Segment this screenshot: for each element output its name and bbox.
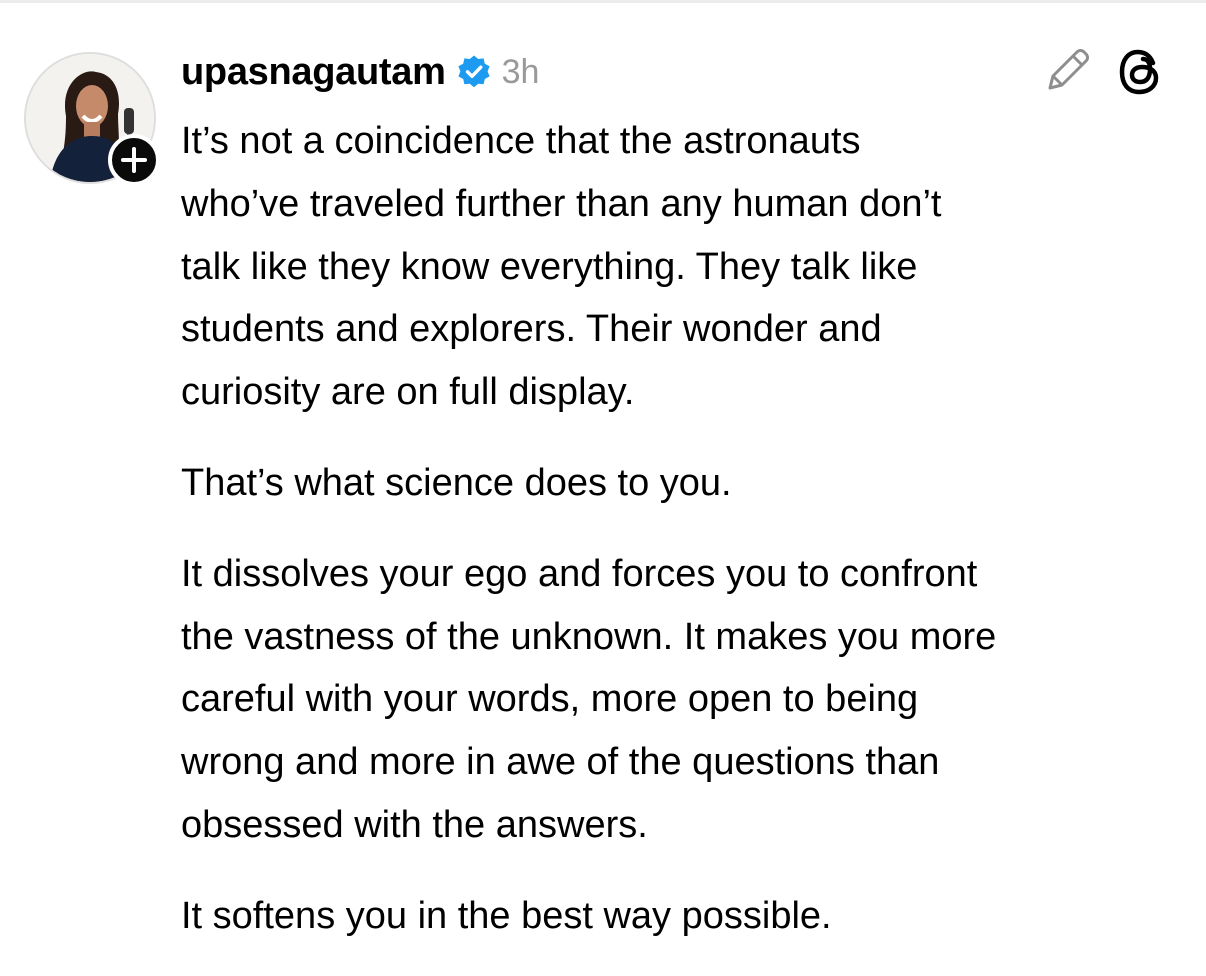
plus-icon [121, 147, 147, 173]
text-line: wrong and more in awe of the questions t… [181, 741, 940, 784]
text-line: careful with your words, more open to be… [181, 678, 919, 721]
text-line: That’s what science does to you. [181, 461, 732, 504]
text-line: It’s not a coincidence that the astronau… [181, 120, 861, 162]
post-header: upasnagautam 3h [181, 46, 539, 98]
threads-logo-icon[interactable] [1116, 46, 1168, 98]
text-line: obsessed with the answers. [181, 803, 648, 846]
text-line: It softens you in the best way possible. [181, 894, 832, 937]
author-username[interactable]: upasnagautam [181, 51, 446, 94]
text-line: It dissolves your ego and forces you to … [181, 552, 978, 595]
edit-pencil-icon[interactable] [1044, 46, 1092, 94]
post-timestamp: 3h [501, 52, 540, 91]
text-line: talk like they know everything. They tal… [181, 245, 918, 288]
top-divider [0, 0, 1206, 3]
text-line: students and explorers. Their wonder and [181, 308, 882, 351]
post-paragraph: It softens you in the best way possible. [181, 885, 1181, 948]
text-line: the vastness of the unknown. It makes yo… [181, 615, 997, 658]
text-line: curiosity are on full display. [181, 371, 635, 414]
post-body: It’s not a coincidence that the astronau… [181, 110, 1181, 976]
post-paragraph: It’s not a coincidence that the astronau… [181, 110, 1181, 424]
text-line: who’ve traveled further than any human d… [181, 182, 942, 225]
verified-badge-icon [456, 54, 492, 90]
author-avatar-container[interactable] [24, 52, 160, 186]
post-paragraph: That’s what science does to you. [181, 452, 1181, 515]
follow-button[interactable] [108, 134, 160, 186]
post-paragraph: It dissolves your ego and forces you to … [181, 543, 1181, 857]
